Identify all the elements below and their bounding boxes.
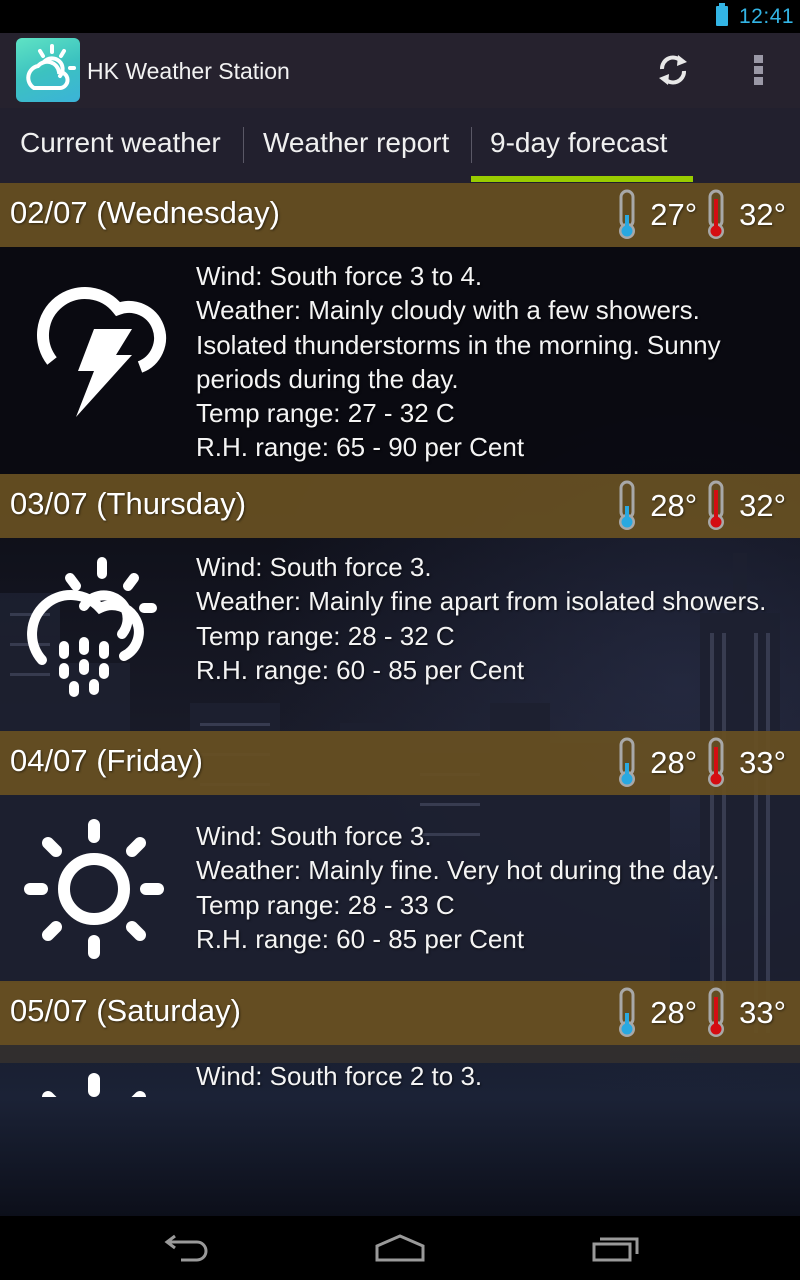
day-header[interactable]: 02/07 (Wednesday) 27° 32°: [0, 183, 800, 247]
refresh-icon: [659, 55, 687, 85]
thermometer-high-icon: [708, 987, 725, 1037]
back-button[interactable]: [145, 1224, 225, 1272]
selected-tab-indicator: [471, 176, 693, 182]
back-icon: [164, 1234, 208, 1262]
high-temp: 33°: [739, 745, 786, 780]
wind-text: Wind: South force 2 to 3.: [196, 1061, 483, 1091]
overflow-dot: [753, 66, 763, 74]
refresh-button[interactable]: [648, 47, 698, 93]
thunderstorm-icon: [37, 287, 167, 417]
day-date: 05/07 (Saturday): [10, 993, 241, 1028]
forecast-details: Wind: South force 3. Weather: Mainly fin…: [196, 550, 786, 687]
thermometer-high-icon: [708, 480, 725, 530]
app-title: HK Weather Station: [87, 58, 290, 84]
thermometer-low-icon: [619, 480, 636, 530]
temp-range: 28° 33°: [614, 987, 792, 1039]
low-temp: 28°: [650, 488, 698, 523]
battery-icon: [716, 3, 728, 26]
humidity-range-text: R.H. range: 60 - 85 per Cent: [196, 654, 525, 685]
high-temp: 32°: [739, 488, 786, 523]
tab-bar: Current weather Weather report 9-day for…: [0, 108, 800, 183]
day-header[interactable]: 05/07 (Saturday) 28° 33°: [0, 981, 800, 1045]
weather-text: Weather: Mainly fine. Very hot during th…: [196, 855, 720, 886]
weather-text: Weather: Mainly cloudy with a few shower…: [196, 295, 721, 394]
overflow-dot: [753, 55, 763, 63]
wind-text: Wind: South force 3.: [196, 821, 432, 851]
recent-apps-button[interactable]: [576, 1224, 656, 1272]
day-date: 03/07 (Thursday): [10, 486, 247, 521]
low-temp: 28°: [650, 995, 698, 1030]
sunny-icon: [24, 819, 164, 959]
day-details: Wind: South force 3. Weather: Mainly fin…: [0, 795, 800, 981]
forecast-details: Wind: South force 2 to 3.: [196, 1059, 786, 1093]
day-header[interactable]: 03/07 (Thursday) 28° 32°: [0, 474, 800, 538]
sun-cloud-app-icon[interactable]: [16, 38, 80, 102]
overflow-dot: [753, 77, 763, 85]
temp-range: 27° 32°: [614, 189, 792, 241]
day-date: 04/07 (Friday): [10, 743, 203, 778]
temp-range: 28° 32°: [614, 480, 792, 532]
overflow-menu-button[interactable]: [738, 47, 778, 93]
day-date: 02/07 (Wednesday): [10, 195, 280, 230]
thermometer-low-icon: [619, 737, 636, 787]
status-clock: 12:41: [739, 5, 795, 28]
app-content: HK Weather Station Current weather Weath…: [0, 33, 800, 1216]
low-temp: 28°: [650, 745, 698, 780]
action-bar: HK Weather Station: [0, 33, 800, 108]
wind-text: Wind: South force 3 to 4.: [196, 261, 483, 291]
low-temp: 27°: [650, 197, 698, 232]
thermometer-high-icon: [708, 737, 725, 787]
wind-text: Wind: South force 3.: [196, 552, 432, 582]
tab-divider: [243, 127, 244, 163]
sun-cloud-rain-icon: [27, 557, 157, 697]
thermometer-high-icon: [708, 189, 725, 239]
high-temp: 33°: [739, 995, 786, 1030]
day-details: Wind: South force 3. Weather: Mainly fin…: [0, 538, 800, 731]
status-bar: 12:41: [0, 0, 800, 33]
humidity-range-text: R.H. range: 65 - 90 per Cent: [196, 432, 525, 463]
thermometer-low-icon: [619, 987, 636, 1037]
thermometer-low-icon: [619, 189, 636, 239]
temp-range-text: Temp range: 27 - 32 C: [196, 398, 455, 429]
navigation-bar: [0, 1216, 800, 1280]
home-button[interactable]: [360, 1224, 440, 1272]
tab-current-weather[interactable]: Current weather: [20, 108, 221, 183]
recent-apps-icon: [592, 1237, 639, 1262]
home-icon: [375, 1234, 425, 1262]
humidity-range-text: R.H. range: 60 - 85 per Cent: [196, 923, 525, 954]
high-temp: 32°: [739, 197, 786, 232]
tab-9-day-forecast[interactable]: 9-day forecast: [490, 108, 667, 183]
sunny-icon: [42, 1073, 146, 1097]
temp-range-text: Temp range: 28 - 32 C: [196, 620, 455, 651]
temp-range: 28° 33°: [614, 737, 792, 789]
day-header[interactable]: 04/07 (Friday) 28° 33°: [0, 731, 800, 795]
weather-text: Weather: Mainly fine apart from isolated…: [196, 586, 767, 617]
forecast-details: Wind: South force 3 to 4. Weather: Mainl…: [196, 259, 786, 465]
tab-weather-report[interactable]: Weather report: [263, 108, 449, 183]
temp-range-text: Temp range: 28 - 33 C: [196, 889, 455, 920]
day-details: Wind: South force 3 to 4. Weather: Mainl…: [0, 247, 800, 474]
day-details: Wind: South force 2 to 3.: [0, 1045, 800, 1097]
forecast-details: Wind: South force 3. Weather: Mainly fin…: [196, 819, 786, 956]
tab-divider: [471, 127, 472, 163]
